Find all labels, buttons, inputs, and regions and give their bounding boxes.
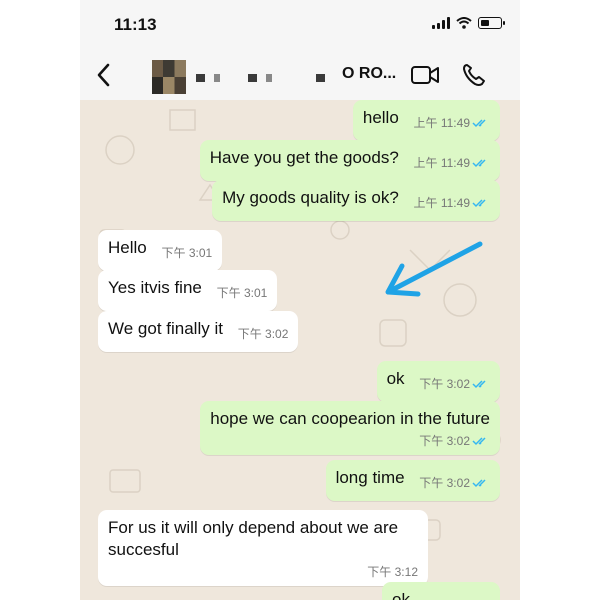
message-bubble[interactable]: Yes itvis fine 下午 3:01 bbox=[98, 270, 278, 311]
message-bubble[interactable]: hope we can coopearion in the future 下午 … bbox=[200, 401, 500, 455]
message-bubble[interactable]: We got finally it 下午 3:02 bbox=[98, 311, 299, 352]
video-call-icon[interactable] bbox=[410, 62, 440, 88]
read-ticks-icon bbox=[472, 159, 486, 168]
message-text: For us it will only depend about we are … bbox=[108, 518, 399, 559]
message-text: long time bbox=[335, 468, 405, 487]
read-ticks-icon bbox=[472, 380, 486, 389]
message-bubble[interactable]: My goods quality is ok? 上午 11:49 bbox=[212, 180, 500, 221]
message-time: 下午 3:02 bbox=[419, 434, 470, 448]
message-time: 下午 3:02 bbox=[237, 327, 289, 341]
message-text: We got finally it bbox=[108, 319, 223, 338]
message-text: Hello bbox=[108, 238, 147, 257]
wifi-icon bbox=[456, 17, 472, 29]
redacted-name-block bbox=[266, 74, 272, 82]
signal-icon bbox=[432, 17, 450, 29]
message-time: 上午 11:49 bbox=[413, 196, 470, 210]
message-text: ok bbox=[392, 590, 410, 600]
contact-avatar[interactable] bbox=[152, 60, 186, 94]
status-bar: 11:13 bbox=[80, 0, 520, 50]
redacted-name-block bbox=[196, 74, 205, 82]
annotation-arrow bbox=[385, 241, 483, 297]
message-time: 下午 3:02 bbox=[419, 377, 470, 391]
status-time: 11:13 bbox=[114, 15, 157, 34]
message-time: 上午 11:49 bbox=[413, 116, 470, 130]
read-ticks-icon bbox=[472, 119, 486, 128]
redacted-name-block bbox=[248, 74, 257, 82]
message-time: 下午 3:01 bbox=[216, 286, 268, 300]
message-bubble[interactable]: For us it will only depend about we are … bbox=[98, 510, 428, 586]
phone-call-icon[interactable] bbox=[460, 62, 490, 88]
message-time: 上午 11:49 bbox=[413, 156, 470, 170]
read-ticks-icon bbox=[472, 437, 486, 446]
message-text: hope we can coopearion in the future bbox=[210, 409, 490, 428]
message-text: My goods quality is ok? bbox=[222, 188, 399, 207]
redacted-name-block bbox=[316, 74, 325, 82]
chat-screen: 11:13 O RO... hello 上午 11:49 Have you ge… bbox=[80, 0, 520, 600]
message-text: ok bbox=[386, 369, 405, 388]
battery-icon bbox=[478, 17, 505, 29]
message-bubble[interactable]: Hello 下午 3:01 bbox=[98, 230, 223, 271]
message-text: hello bbox=[362, 108, 399, 127]
message-bubble[interactable]: long time 下午 3:02 bbox=[325, 460, 500, 501]
message-text: Have you get the goods? bbox=[209, 148, 399, 167]
message-bubble[interactable]: ok bbox=[382, 582, 500, 600]
message-time: 下午 3:02 bbox=[419, 476, 470, 490]
message-time: 下午 3:01 bbox=[161, 246, 213, 260]
message-text: Yes itvis fine bbox=[108, 278, 202, 297]
message-bubble[interactable]: Have you get the goods? 上午 11:49 bbox=[199, 140, 500, 181]
message-bubble[interactable]: hello 上午 11:49 bbox=[352, 100, 500, 141]
read-ticks-icon bbox=[472, 199, 486, 208]
redacted-name-block bbox=[214, 74, 220, 82]
read-ticks-icon bbox=[472, 479, 486, 488]
message-bubble[interactable]: ok 下午 3:02 bbox=[376, 361, 500, 402]
chat-header: O RO... bbox=[80, 50, 520, 100]
contact-name[interactable]: O RO... bbox=[342, 65, 396, 83]
back-chevron-icon[interactable] bbox=[92, 60, 116, 90]
message-time: 下午 3:12 bbox=[367, 565, 418, 579]
